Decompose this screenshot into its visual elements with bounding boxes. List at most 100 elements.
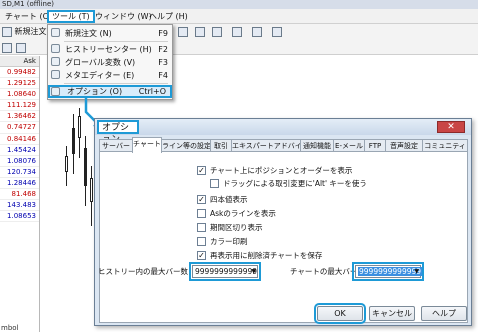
toolbar-button-d[interactable]	[232, 25, 242, 38]
cancel-button[interactable]: キャンセル	[369, 306, 415, 321]
history-center-icon	[51, 44, 60, 53]
zoom-icon	[16, 42, 26, 53]
dialog-titlebar: オプション ✕	[95, 119, 471, 145]
menu-item-shortcut: F4	[158, 71, 168, 80]
chart-max-bars-select[interactable]: 9999999999999 ▼	[352, 262, 424, 281]
menu-item-label: オプション (O)	[67, 87, 123, 96]
market-watch-row[interactable]: 81.468	[0, 189, 39, 201]
market-watch-row[interactable]: 143.483	[0, 200, 39, 212]
new-order-icon	[2, 26, 12, 37]
checkbox-box[interactable]	[210, 179, 219, 188]
menu-item-label: 新規注文 (N)	[65, 29, 112, 38]
indicator-icon	[232, 26, 242, 37]
clock-icon	[252, 26, 262, 37]
dialog-title-highlight: オプション	[97, 120, 139, 145]
checkbox-box[interactable]	[197, 237, 206, 246]
checkbox-label: 期間区切り表示	[210, 223, 263, 232]
market-watch-panel: Ask 0.99482 1.29125 1.08640 111.129 1.36…	[0, 56, 40, 332]
table-icon	[212, 26, 222, 37]
market-watch-row[interactable]: 1.45424	[0, 145, 39, 156]
tab-chart[interactable]: チャート	[132, 137, 162, 153]
history-max-bars-select[interactable]: 9999999999999 ▼	[189, 262, 261, 281]
menu-item-new-order[interactable]: 新規注文 (N) F9	[48, 27, 172, 40]
grid-icon	[178, 26, 188, 37]
toolbar-button-c[interactable]	[212, 25, 222, 38]
menu-tools[interactable]: ツール (T)	[47, 10, 95, 23]
market-watch-row[interactable]: 0.99482	[0, 67, 39, 79]
checkbox-label: Askのラインを表示	[210, 209, 276, 218]
toolbar-button-h[interactable]	[16, 41, 26, 54]
market-watch-row[interactable]: 1.29125	[0, 78, 39, 90]
checkbox-label: チャート上にポジションとオーダーを表示	[210, 166, 353, 175]
cursor-icon	[2, 42, 12, 53]
candle-body	[72, 128, 75, 154]
toolbar-button-f[interactable]	[272, 25, 282, 38]
toolbar-button-b[interactable]	[195, 25, 205, 38]
chevron-down-icon: ▼	[414, 268, 419, 275]
menu-item-shortcut: F9	[158, 29, 168, 38]
checkbox-box[interactable]	[197, 209, 206, 218]
market-watch-row[interactable]: 0.84146	[0, 134, 39, 145]
menu-item-options[interactable]: オプション (O) Ctrl+O	[48, 85, 172, 98]
market-watch-row[interactable]: 1.28446	[0, 178, 39, 190]
template-icon	[272, 26, 282, 37]
toolbar-button-e[interactable]	[252, 25, 262, 38]
global-variables-icon	[51, 57, 60, 66]
market-watch-row[interactable]: 1.08640	[0, 89, 39, 101]
menu-item-shortcut: F2	[158, 45, 168, 54]
menu-item-label: グローバル変数 (V)	[65, 58, 136, 67]
help-button[interactable]: ヘルプ	[421, 306, 467, 321]
metaeditor-icon	[51, 70, 60, 79]
new-order-label: 新規注文	[14, 27, 47, 36]
menu-item-label: ヒストリーセンター (H)	[65, 45, 152, 54]
window-title: SD,M1 (offline)	[0, 0, 478, 9]
history-max-bars-label: ヒストリー内の最大バー数	[98, 267, 188, 276]
checkbox-box[interactable]: ✓	[197, 195, 206, 204]
tab-strip: サーバー チャート ライン等の設定 取引 エキスパートアドバイザ 通知機能 E-…	[99, 137, 469, 153]
market-watch-row[interactable]: 1.08076	[0, 156, 39, 167]
candle-body	[84, 148, 87, 186]
ok-button[interactable]: OK	[314, 303, 366, 324]
market-watch-symbol-label: mbol	[1, 324, 19, 332]
checkbox-box[interactable]: ✓	[197, 251, 206, 260]
market-watch-row[interactable]: 120.734	[0, 167, 39, 178]
chevron-down-icon: ▼	[251, 268, 256, 275]
toolbar-button-a[interactable]	[178, 25, 188, 38]
menu-item-shortcut: Ctrl+O	[138, 87, 166, 96]
market-watch-row[interactable]: 0.74727	[0, 122, 39, 134]
checkbox-label: 四本値表示	[210, 195, 248, 204]
menu-item-history-center[interactable]: ヒストリーセンター (H) F2	[48, 43, 172, 56]
options-icon	[51, 87, 60, 96]
history-max-bars-value: 9999999999999	[195, 267, 258, 276]
chart-grid-icon	[195, 26, 205, 37]
checkbox-box[interactable]	[197, 223, 206, 232]
candle-body	[65, 156, 68, 172]
market-watch-header-ask: Ask	[0, 56, 39, 67]
candle-body	[78, 116, 81, 138]
menu-help[interactable]: ヘルプ (H)	[146, 10, 191, 23]
checkbox-label: ドラッグによる取引変更に'Alt' キーを使う	[223, 179, 367, 188]
menu-separator	[64, 83, 168, 84]
new-order-icon	[51, 28, 60, 37]
chart-max-bars-label: チャートの最大バー数	[290, 267, 365, 276]
options-dialog: オプション ✕ サーバー チャート ライン等の設定 取引 エキスパートアドバイザ…	[94, 118, 472, 326]
chart-max-bars-value: 9999999999999	[358, 267, 423, 276]
close-button[interactable]: ✕	[437, 121, 465, 133]
market-watch-row[interactable]: 1.08653	[0, 211, 39, 223]
checkbox-label: カラー印刷	[210, 237, 248, 246]
tools-menu-dropdown: 新規注文 (N) F9 ヒストリーセンター (H) F2 グローバル変数 (V)…	[47, 24, 173, 100]
new-order-button[interactable]: 新規注文	[2, 25, 47, 38]
candle-body	[90, 178, 93, 202]
market-watch-row[interactable]: 1.36462	[0, 111, 39, 123]
menu-item-shortcut: F3	[158, 58, 168, 67]
checkbox-label: 再表示用に削除済チャートを保存	[210, 251, 323, 260]
close-icon: ✕	[447, 122, 455, 132]
menu-item-global-variables[interactable]: グローバル変数 (V) F3	[48, 56, 172, 69]
checkbox-box[interactable]: ✓	[197, 166, 206, 175]
menu-bar: チャート (C) ツール (T) ウィンドウ (W) ヘルプ (H)	[0, 9, 478, 24]
toolbar-button-g[interactable]	[2, 41, 12, 54]
menu-separator	[64, 41, 168, 42]
chart-settings-panel: ✓ チャート上にポジションとオーダーを表示 ドラッグによる取引変更に'Alt' …	[98, 151, 468, 323]
market-watch-row[interactable]: 111.129	[0, 100, 39, 112]
menu-item-metaeditor[interactable]: メタエディター (E) F4	[48, 69, 172, 82]
